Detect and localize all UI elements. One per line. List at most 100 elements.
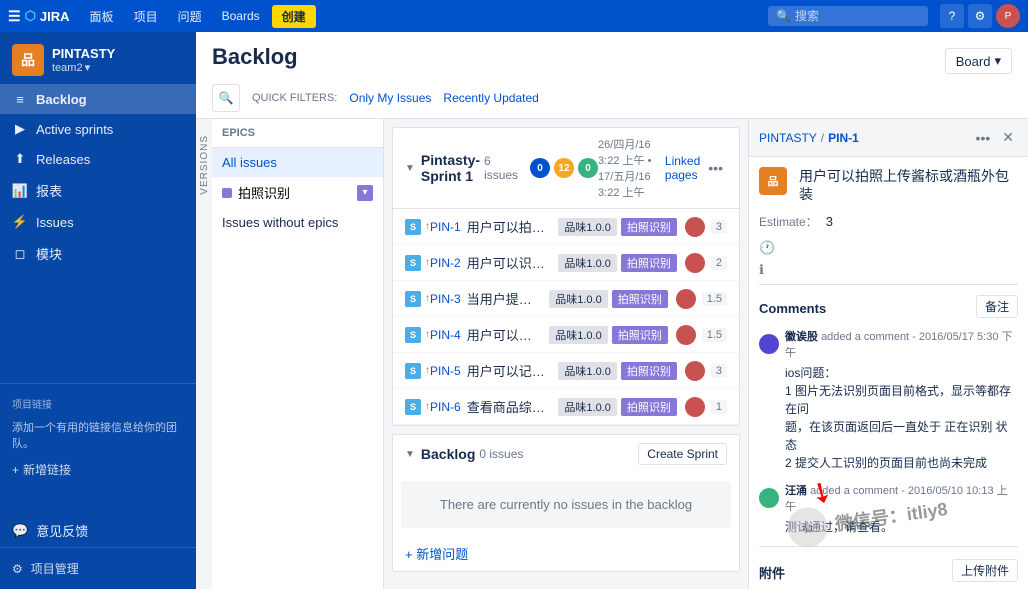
sprint-header: ▼ Pintasty-Sprint 1 6 issues 0 12 0 26/四… <box>393 128 739 209</box>
rp-meta-icons: 🕐 ℹ <box>759 240 1018 278</box>
rp-issue-title: 用户可以拍照上传酱标或酒瓶外包装 <box>799 167 1018 203</box>
search-bar[interactable]: 🔍 <box>768 6 928 26</box>
backlog-icon: ≡ <box>12 91 28 107</box>
nav-boards[interactable]: Boards <box>214 5 268 27</box>
issue-key-5[interactable]: PIN-6 <box>430 400 461 414</box>
sidebar-bottom: ⚙ 项目管理 <box>0 547 196 589</box>
nav-issues[interactable]: 问题 <box>170 4 210 29</box>
tag-epic-3: 拍照识别 <box>612 326 668 344</box>
sprint-more-button[interactable]: ••• <box>708 160 723 176</box>
chevron-down-icon: ▾ <box>994 53 1001 69</box>
sidebar-item-active-sprints[interactable]: ▶ Active sprints <box>0 114 196 144</box>
rp-issue-key-link[interactable]: PIN-1 <box>828 131 859 145</box>
board-button[interactable]: Board ▾ <box>945 48 1012 74</box>
plus-icon: + <box>12 463 19 477</box>
sprint-area: ▼ Pintasty-Sprint 1 6 issues 0 12 0 26/四… <box>384 119 748 589</box>
versions-sidebar[interactable]: VERSIONS <box>196 119 212 589</box>
tag-version-1: 品味1.0.0 <box>558 254 616 272</box>
issue-summary-4: 用户可以记录拍摄该酒的时间，地点和人物 <box>467 361 551 380</box>
create-sprint-button[interactable]: Create Sprint <box>638 443 727 465</box>
menu-icon[interactable]: ☰ <box>8 8 21 25</box>
issue-key-2[interactable]: PIN-3 <box>430 292 461 306</box>
issue-tags-3: 品味1.0.0 拍照识别 <box>549 326 667 344</box>
sidebar-item-feedback[interactable]: 💬 意见反馈 <box>0 514 196 547</box>
info-icon: ℹ <box>759 262 764 278</box>
badge-blue: 0 <box>530 158 550 178</box>
search-input[interactable] <box>795 9 915 23</box>
create-button[interactable]: 创建 <box>272 5 316 28</box>
sprint-block: ▼ Pintasty-Sprint 1 6 issues 0 12 0 26/四… <box>392 127 740 426</box>
versions-label: VERSIONS <box>199 135 210 195</box>
rp-estimate-value: 3 <box>826 214 833 229</box>
issue-row-3[interactable]: S ↑ PIN-4 用户可以对该酒打分，写评论 品味1.0.0 拍照识别 1.5 <box>393 317 739 353</box>
sidebar-item-issues[interactable]: ⚡ Issues <box>0 207 196 237</box>
search-icon: 🔍 <box>219 91 234 105</box>
issue-key-0[interactable]: PIN-1 <box>430 220 461 234</box>
issue-row-2[interactable]: S ↑ PIN-3 当用户提交的图片识别不成功时，用户可以重新识别或者提交人工 … <box>393 281 739 317</box>
rp-more-button[interactable]: ••• <box>972 127 995 148</box>
issue-key-3[interactable]: PIN-4 <box>430 328 461 342</box>
issue-type-2: S <box>405 291 421 307</box>
backlog-toggle[interactable]: ▼ <box>405 449 415 460</box>
sprint-header-right: 26/四月/16 3:22 上午 • 17/五月/16 3:22 上午 Link… <box>598 136 727 200</box>
issues-without-epics[interactable]: Issues without epics <box>212 208 383 237</box>
add-link-button[interactable]: + 新增链接 <box>0 455 196 484</box>
epics-all-issues[interactable]: All issues <box>212 148 383 177</box>
issue-row-right-0: 3 <box>685 217 727 237</box>
issue-row-1[interactable]: S ↑ PIN-2 用户可以识别该酒的详细信息 品味1.0.0 拍照识别 2 <box>393 245 739 281</box>
sprint-toggle[interactable]: ▼ <box>405 163 415 174</box>
issue-row-4[interactable]: S ↑ PIN-5 用户可以记录拍摄该酒的时间，地点和人物 品味1.0.0 拍照… <box>393 353 739 389</box>
issue-type-1: S <box>405 255 421 271</box>
rp-project-link[interactable]: PINTASTY <box>759 131 817 145</box>
backlog-empty-message: There are currently no issues in the bac… <box>401 481 731 528</box>
issue-key-4[interactable]: PIN-5 <box>430 364 461 378</box>
nav-project[interactable]: 项目 <box>126 4 166 29</box>
rp-actions: ••• ✕ <box>972 127 1018 148</box>
issue-key-1[interactable]: PIN-2 <box>430 256 461 270</box>
app-logo: ☰ ⬡ JIRA <box>8 8 70 25</box>
filter-recently-updated[interactable]: Recently Updated <box>443 91 538 105</box>
tag-version-4: 品味1.0.0 <box>558 362 616 380</box>
epic-item-0[interactable]: 拍照识别 ▾ <box>212 177 383 208</box>
sidebar-item-releases[interactable]: ⬆ Releases <box>0 144 196 174</box>
linked-pages-link[interactable]: Linked pages <box>665 154 700 182</box>
upload-button[interactable]: 上传附件 <box>952 559 1018 582</box>
badge-green: 0 <box>578 158 598 178</box>
issue-points-0: 3 <box>711 220 727 234</box>
sidebar-item-backlog[interactable]: ≡ Backlog <box>0 84 196 114</box>
sidebar-item-reports[interactable]: 📊 报表 <box>0 174 196 207</box>
settings-icon[interactable]: ⚙ <box>968 4 992 28</box>
tag-epic-2: 拍照识别 <box>612 290 668 308</box>
badge-orange: 12 <box>554 158 574 178</box>
note-button[interactable]: 备注 <box>976 295 1018 318</box>
issue-row-5[interactable]: S ↑ PIN-6 查看商品综合评分 品味1.0.0 拍照识别 1 <box>393 389 739 425</box>
issue-row-right-4: 3 <box>685 361 727 381</box>
filter-search-button[interactable]: 🔍 <box>212 84 240 112</box>
nav-board[interactable]: 面板 <box>82 4 122 29</box>
right-panel-body: 品 用户可以拍照上传酱标或酒瓶外包装 Estimate： 3 🕐 <box>749 157 1028 589</box>
project-header: 品 PINTASTY team2 ▾ <box>0 32 196 84</box>
add-issue-button[interactable]: + 新增问题 <box>393 536 739 571</box>
issue-row-right-3: 1.5 <box>676 325 727 345</box>
project-avatar: 品 <box>12 44 44 76</box>
project-name: PINTASTY <box>52 46 184 61</box>
sidebar-nav: ≡ Backlog ▶ Active sprints ⬆ Releases 📊 … <box>0 84 196 375</box>
issue-points-2: 1.5 <box>702 292 727 306</box>
comment-1: 汪涌 added a comment - 2016/05/10 10:13 上午… <box>759 482 1018 536</box>
issue-row-right-5: 1 <box>685 397 727 417</box>
issue-type-3: S <box>405 327 421 343</box>
backlog-area: VERSIONS EPICS All issues 拍照识别 ▾ Issues … <box>196 119 1028 589</box>
project-info: PINTASTY team2 ▾ <box>52 46 184 74</box>
sidebar-item-modules[interactable]: ◻ 模块 <box>0 237 196 270</box>
rp-close-button[interactable]: ✕ <box>998 127 1018 148</box>
filter-my-issues[interactable]: Only My Issues <box>349 91 431 105</box>
user-avatar[interactable]: P <box>996 4 1020 28</box>
issue-row-0[interactable]: S ↑ PIN-1 用户可以拍照上传酱标或酒瓶外包装 品味1.0.0 拍照识别 … <box>393 209 739 245</box>
epic-action-0[interactable]: ▾ <box>357 185 373 201</box>
rp-estimate: Estimate： 3 <box>759 213 1018 230</box>
chevron-down-icon: ▾ <box>85 61 91 74</box>
project-manage[interactable]: ⚙ 项目管理 <box>12 556 184 581</box>
rp-avatar-row: 品 用户可以拍照上传酱标或酒瓶外包装 <box>759 167 1018 203</box>
help-icon[interactable]: ? <box>940 4 964 28</box>
tag-version-3: 品味1.0.0 <box>549 326 607 344</box>
